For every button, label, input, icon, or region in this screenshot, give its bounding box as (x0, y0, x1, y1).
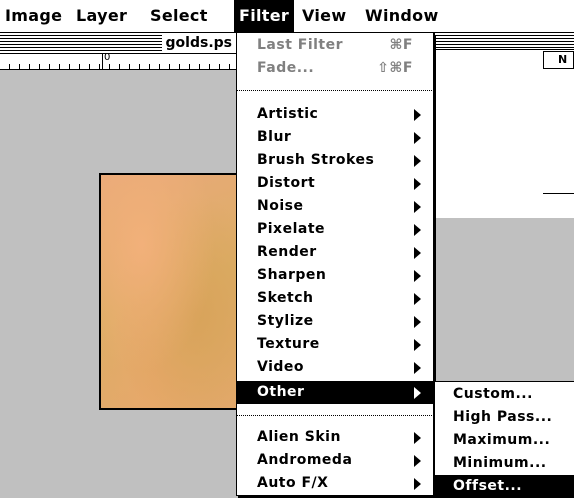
menu-image[interactable]: Image (0, 0, 67, 32)
document-title-bar[interactable]: golds.ps (0, 33, 236, 54)
menu-item-label: Fade... (257, 60, 315, 76)
submenu-arrow-icon (414, 270, 421, 282)
submenu-arrow-icon (414, 178, 421, 190)
menu-separator (237, 415, 433, 416)
menu-item-distort[interactable]: Distort (237, 172, 433, 195)
image-canvas[interactable] (99, 173, 236, 410)
floating-palette: N (434, 33, 574, 218)
menu-item-label: Render (257, 244, 317, 260)
menu-item-last-filter[interactable]: Last Filter ⌘F (237, 34, 433, 57)
document-window: golds.ps 0 (0, 33, 236, 70)
submenu-arrow-icon (414, 362, 421, 374)
submenu-arrow-icon (414, 247, 421, 259)
menu-item-other[interactable]: Other (237, 381, 433, 404)
menu-item-label: Auto F/X (257, 475, 329, 491)
menu-separator (237, 90, 433, 91)
submenu-item-label: Offset... (453, 478, 523, 494)
submenu-item-minimum[interactable]: Minimum... (435, 452, 574, 475)
menu-item-noise[interactable]: Noise (237, 195, 433, 218)
menu-item-andromeda[interactable]: Andromeda (237, 449, 433, 472)
horizontal-ruler: 0 (0, 52, 236, 69)
submenu-arrow-icon (414, 201, 421, 213)
menu-item-label: Stylize (257, 313, 314, 329)
menu-item-label: Alien Skin (257, 429, 341, 445)
menu-item-label: Blur (257, 129, 292, 145)
shortcut-label: ⇧⌘F (377, 60, 413, 76)
menu-item-label: Pixelate (257, 221, 326, 237)
menu-select[interactable]: Select (145, 0, 213, 32)
submenu-item-label: Custom... (453, 386, 533, 402)
menu-item-sharpen[interactable]: Sharpen (237, 264, 433, 287)
submenu-arrow-icon (414, 109, 421, 121)
ruler-origin-mark (102, 54, 103, 69)
submenu-arrow-icon (414, 132, 421, 144)
menu-item-label: Noise (257, 198, 304, 214)
submenu-arrow-icon (414, 316, 421, 328)
filter-menu: Last Filter ⌘F Fade... ⇧⌘F Artistic Blur… (236, 33, 434, 496)
menu-item-label: Andromeda (257, 452, 353, 468)
shortcut-label: ⌘F (389, 37, 413, 53)
menu-item-label: Texture (257, 336, 320, 352)
menu-layer[interactable]: Layer (71, 0, 132, 32)
menu-item-render[interactable]: Render (237, 241, 433, 264)
submenu-arrow-icon (414, 387, 421, 399)
submenu-item-label: Minimum... (453, 455, 547, 471)
submenu-item-label: Maximum... (453, 432, 551, 448)
menu-item-label: Sketch (257, 290, 314, 306)
submenu-arrow-icon (414, 155, 421, 167)
menu-item-label: Distort (257, 175, 316, 191)
menu-item-label: Last Filter (257, 37, 344, 53)
palette-title-bar[interactable] (435, 33, 574, 50)
menu-item-label: Artistic (257, 106, 319, 122)
menu-item-brush-strokes[interactable]: Brush Strokes (237, 149, 433, 172)
menu-item-auto-fx[interactable]: Auto F/X (237, 472, 433, 495)
menu-item-blur[interactable]: Blur (237, 126, 433, 149)
other-submenu: Custom... High Pass... Maximum... Minimu… (434, 381, 574, 498)
submenu-item-custom[interactable]: Custom... (435, 383, 574, 406)
document-title: golds.ps (161, 33, 236, 53)
submenu-arrow-icon (414, 293, 421, 305)
palette-tab[interactable]: N (543, 51, 574, 69)
submenu-item-high-pass[interactable]: High Pass... (435, 406, 574, 429)
menu-item-label: Video (257, 359, 305, 375)
menu-item-alien-skin[interactable]: Alien Skin (237, 426, 433, 449)
menu-filter[interactable]: Filter (234, 0, 295, 32)
menu-item-label: Sharpen (257, 267, 327, 283)
menu-item-texture[interactable]: Texture (237, 333, 433, 356)
submenu-item-offset[interactable]: Offset... (435, 475, 574, 498)
menu-item-stylize[interactable]: Stylize (237, 310, 433, 333)
ruler-zero-label: 0 (104, 52, 111, 63)
submenu-item-maximum[interactable]: Maximum... (435, 429, 574, 452)
submenu-arrow-icon (414, 455, 421, 467)
submenu-arrow-icon (414, 432, 421, 444)
submenu-arrow-icon (414, 339, 421, 351)
menu-item-fade[interactable]: Fade... ⇧⌘F (237, 57, 433, 80)
palette-divider (543, 193, 574, 194)
menu-item-video[interactable]: Video (237, 356, 433, 379)
menu-item-artistic[interactable]: Artistic (237, 103, 433, 126)
menu-item-label: Brush Strokes (257, 152, 375, 168)
menu-item-sketch[interactable]: Sketch (237, 287, 433, 310)
menu-window[interactable]: Window (360, 0, 444, 32)
submenu-item-label: High Pass... (453, 409, 553, 425)
submenu-arrow-icon (414, 224, 421, 236)
menu-item-pixelate[interactable]: Pixelate (237, 218, 433, 241)
menu-view[interactable]: View (297, 0, 351, 32)
menu-item-label: Other (257, 384, 305, 400)
submenu-arrow-icon (414, 478, 421, 490)
menu-bar: Image Layer Select Filter View Window (0, 0, 574, 33)
